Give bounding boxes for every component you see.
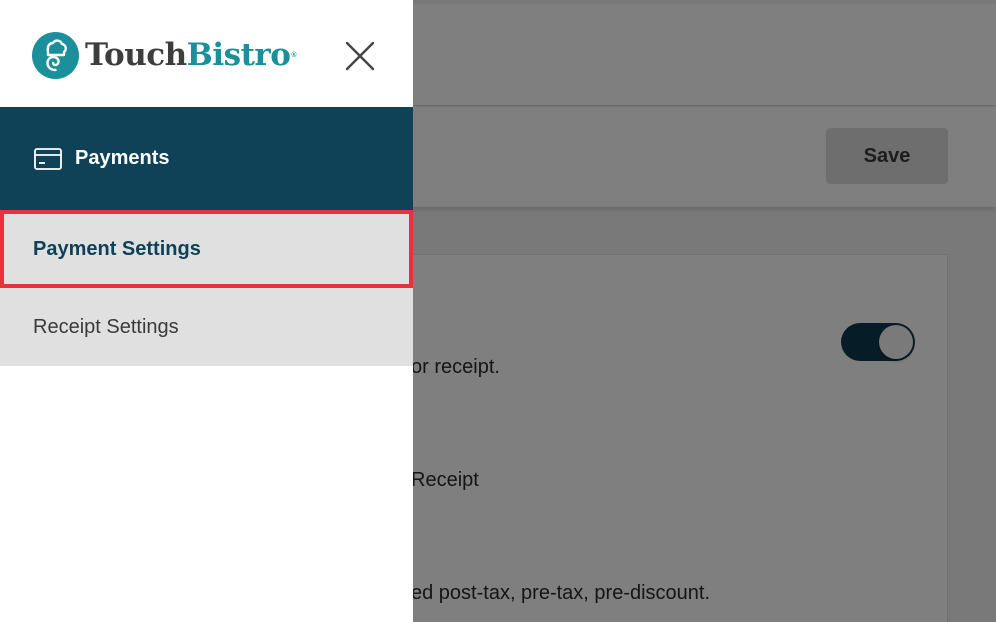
nav-section-label: Payments xyxy=(75,147,170,169)
nav-section-payments[interactable]: Payments xyxy=(0,107,413,210)
touchbistro-logo: TouchBistro® xyxy=(32,32,297,79)
brand-wordmark: TouchBistro® xyxy=(85,32,297,79)
nav-item-label: Payment Settings xyxy=(33,237,201,260)
brand-wordmark-part-1: Touch xyxy=(85,37,187,73)
nav-item-payment-settings[interactable]: Payment Settings xyxy=(0,210,413,288)
nav-item-label: Receipt Settings xyxy=(33,315,179,338)
close-drawer-button[interactable] xyxy=(343,39,377,73)
nav-item-receipt-settings[interactable]: Receipt Settings xyxy=(0,288,413,366)
chef-hat-icon xyxy=(32,32,79,79)
trademark-mark: ® xyxy=(291,52,297,59)
navigation-drawer: TouchBistro® Payments Payment Settings R… xyxy=(0,0,413,622)
drawer-header: TouchBistro® xyxy=(0,0,413,107)
close-icon xyxy=(345,41,375,71)
brand-wordmark-part-2: Bistro xyxy=(186,37,291,73)
credit-card-icon xyxy=(34,147,62,170)
